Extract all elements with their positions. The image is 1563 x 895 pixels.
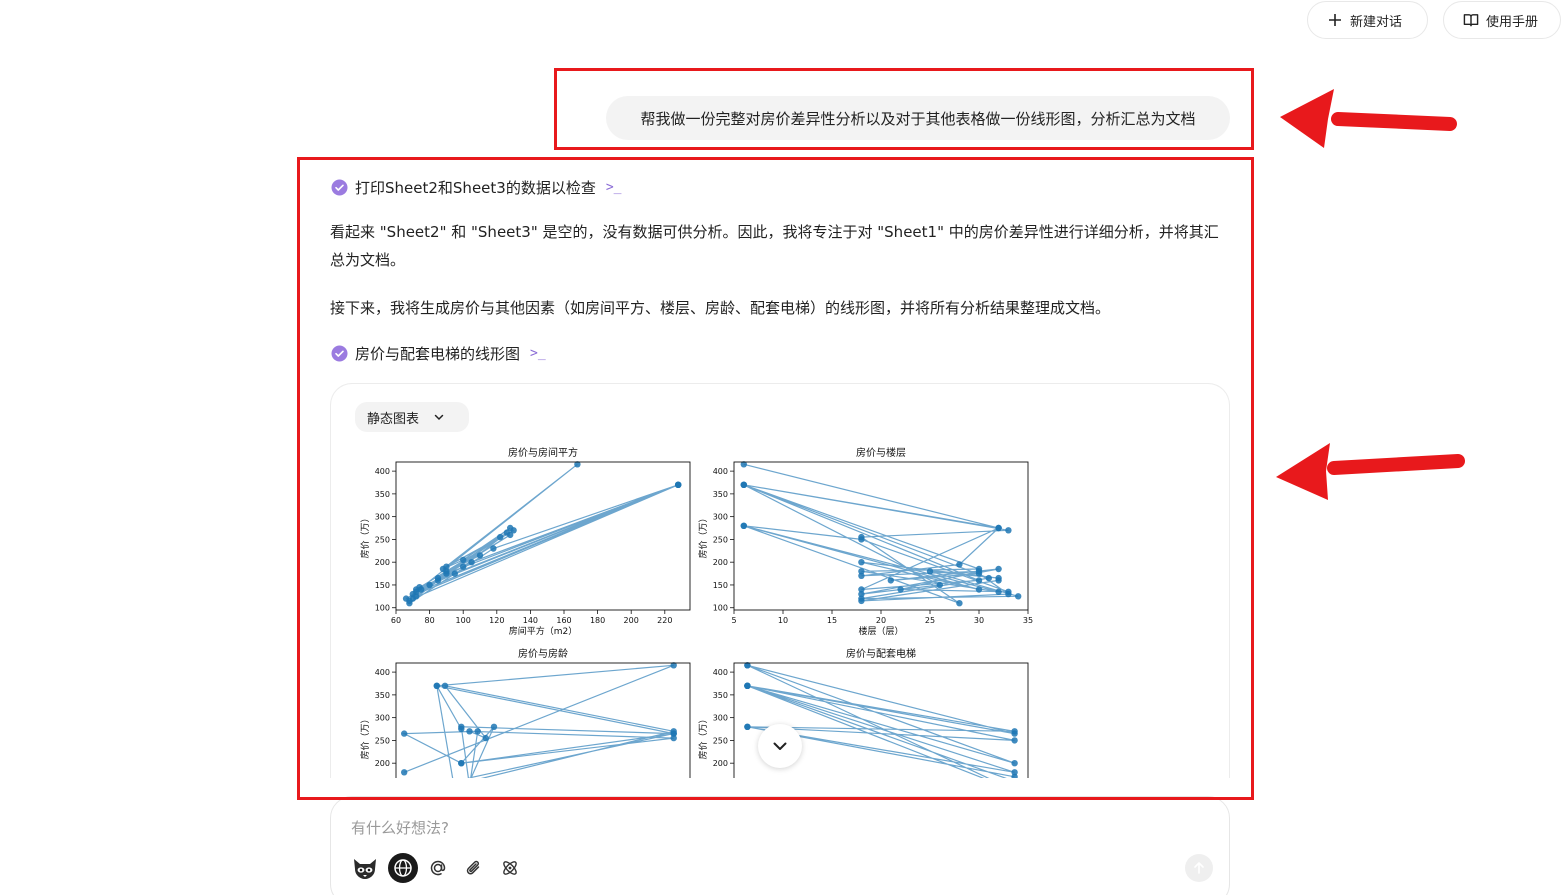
attach-button[interactable] (460, 854, 488, 882)
paperclip-icon (466, 860, 480, 875)
plus-icon (1327, 12, 1343, 28)
new-chat-button[interactable]: 新建对话 (1307, 1, 1428, 39)
user-manual-button[interactable]: 使用手册 (1443, 1, 1561, 39)
annotation-arrow-icon (1276, 443, 1465, 500)
annotation-arrow-icon (1280, 89, 1457, 148)
arrow-up-icon (1194, 862, 1204, 874)
send-button[interactable] (1185, 854, 1213, 882)
mention-button[interactable] (424, 854, 452, 882)
new-chat-label: 新建对话 (1350, 14, 1403, 30)
web-search-toggle[interactable] (388, 853, 418, 883)
agent-avatar-icon[interactable] (351, 854, 379, 882)
user-manual-label: 使用手册 (1486, 14, 1539, 30)
book-icon (1463, 12, 1479, 28)
at-sign-icon (430, 860, 446, 876)
message-input[interactable] (351, 817, 1171, 839)
atom-icon (503, 861, 517, 875)
message-composer (330, 796, 1230, 895)
globe-icon (394, 859, 412, 877)
deep-think-button[interactable] (496, 854, 524, 882)
annotation-box-user-message (554, 68, 1254, 150)
annotation-box-assistant-response (297, 157, 1254, 800)
